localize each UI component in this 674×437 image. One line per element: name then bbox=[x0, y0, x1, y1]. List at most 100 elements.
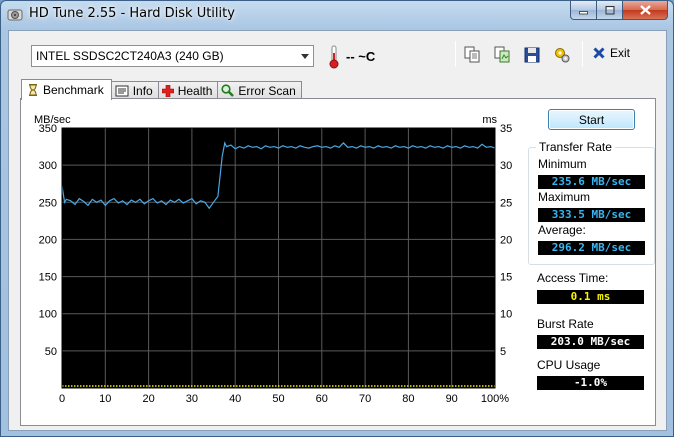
client-area: INTEL SSDSC2CT240A3 (240 GB) -- ~C Exit … bbox=[8, 30, 667, 431]
toolbar-separator bbox=[455, 41, 456, 67]
access-time-point bbox=[422, 385, 424, 387]
access-time-point bbox=[251, 385, 253, 387]
access-time-point bbox=[386, 385, 388, 387]
access-time-point bbox=[113, 385, 115, 387]
access-time-point bbox=[428, 385, 430, 387]
access-time-point bbox=[431, 385, 433, 387]
access-time-point bbox=[281, 385, 283, 387]
x-tick: 100% bbox=[481, 393, 509, 405]
minimum-value: 235.6 MB/sec bbox=[538, 175, 645, 189]
access-time-point bbox=[137, 385, 139, 387]
access-time-point bbox=[182, 385, 184, 387]
access-time-point bbox=[104, 385, 106, 387]
minimum-label: Minimum bbox=[538, 157, 587, 171]
access-time-point bbox=[263, 385, 265, 387]
tab-benchmark[interactable]: Benchmark bbox=[21, 79, 112, 100]
access-time-point bbox=[401, 385, 403, 387]
access-time-point bbox=[308, 385, 310, 387]
access-time-point bbox=[407, 385, 409, 387]
start-button[interactable]: Start bbox=[548, 109, 635, 130]
close-button[interactable] bbox=[623, 1, 668, 20]
access-time-point bbox=[170, 385, 172, 387]
stopwatch-icon bbox=[29, 84, 37, 96]
access-time-point bbox=[275, 385, 277, 387]
access-time-point bbox=[467, 385, 469, 387]
access-time-point bbox=[353, 385, 355, 387]
cpu-usage-value: -1.0% bbox=[537, 376, 644, 390]
access-time-point bbox=[362, 385, 364, 387]
access-time-point bbox=[368, 385, 370, 387]
access-time-point bbox=[395, 385, 397, 387]
access-time-point bbox=[425, 385, 427, 387]
exit-button[interactable]: Exit bbox=[593, 46, 630, 60]
access-time-point bbox=[80, 385, 82, 387]
y-tick-right: 20 bbox=[500, 234, 512, 246]
chevron-down-icon bbox=[296, 46, 313, 66]
maximize-button[interactable] bbox=[597, 1, 623, 20]
y-tick-left: 300 bbox=[39, 160, 57, 172]
access-time-point bbox=[473, 385, 475, 387]
access-time-point bbox=[413, 385, 415, 387]
tab-info-label: Info bbox=[132, 83, 153, 98]
access-time-point bbox=[269, 385, 271, 387]
transfer-rate-chart: 3503002502001501005035302520151050 10 20 30… bbox=[34, 114, 512, 405]
access-time-point bbox=[374, 385, 376, 387]
cpu-usage-label: CPU Usage bbox=[537, 358, 601, 372]
access-time-point bbox=[176, 385, 178, 387]
x-tick: 40 bbox=[229, 393, 241, 405]
access-time-point bbox=[164, 385, 166, 387]
access-time-point bbox=[278, 385, 280, 387]
access-time-point bbox=[155, 385, 157, 387]
average-label: Average: bbox=[538, 223, 586, 237]
maximize-icon bbox=[605, 5, 614, 14]
save-icon[interactable] bbox=[523, 46, 541, 64]
y-tick-right: 35 bbox=[500, 123, 512, 135]
access-time-point bbox=[89, 385, 91, 387]
drive-select[interactable]: INTEL SSDSC2CT240A3 (240 GB) bbox=[31, 45, 314, 67]
access-time-point bbox=[485, 385, 487, 387]
access-time-point bbox=[392, 385, 394, 387]
access-time-point bbox=[491, 385, 493, 387]
x-tick: 80 bbox=[402, 393, 414, 405]
title-bar[interactable]: HD Tune 2.55 - Hard Disk Utility bbox=[1, 1, 673, 29]
access-time-value: 0.1 ms bbox=[537, 290, 644, 304]
access-time-point bbox=[314, 385, 316, 387]
y-axis-label-left: MB/sec bbox=[34, 114, 71, 126]
minimize-button[interactable] bbox=[570, 1, 597, 20]
maximum-value: 333.5 MB/sec bbox=[538, 208, 645, 222]
access-time-point bbox=[461, 385, 463, 387]
access-time-point bbox=[284, 385, 286, 387]
options-icon[interactable] bbox=[553, 46, 571, 64]
access-time-point bbox=[215, 385, 217, 387]
tab-info[interactable]: Info bbox=[110, 81, 159, 99]
tab-bar: Benchmark Info Health Error Scan bbox=[21, 79, 302, 100]
access-time-point bbox=[323, 385, 325, 387]
copy-screenshot-icon[interactable] bbox=[493, 46, 511, 64]
access-time-point bbox=[437, 385, 439, 387]
access-time-point bbox=[311, 385, 313, 387]
access-time-point bbox=[185, 385, 187, 387]
access-time-point bbox=[410, 385, 412, 387]
access-time-point bbox=[209, 385, 211, 387]
close-icon bbox=[639, 5, 651, 15]
access-time-point bbox=[464, 385, 466, 387]
access-time-point bbox=[332, 385, 334, 387]
info-icon bbox=[115, 85, 129, 96]
copy-info-icon[interactable] bbox=[463, 46, 481, 64]
access-time-point bbox=[149, 385, 151, 387]
tab-error-scan[interactable]: Error Scan bbox=[217, 81, 302, 99]
access-time-point bbox=[272, 385, 274, 387]
access-time-point bbox=[134, 385, 136, 387]
access-time-point bbox=[191, 385, 193, 387]
access-time-point bbox=[146, 385, 148, 387]
x-tick: 50 bbox=[272, 393, 284, 405]
tab-health[interactable]: Health bbox=[157, 81, 219, 99]
benchmark-panel: 350 300 250 200 150 100 50 35 30 25 20 15 10 5 0 10 20 30… bbox=[20, 98, 656, 426]
access-time-point bbox=[116, 385, 118, 387]
tab-benchmark-label: Benchmark bbox=[43, 83, 104, 97]
access-time-point bbox=[197, 385, 199, 387]
access-time-point bbox=[230, 385, 232, 387]
thermometer-icon bbox=[329, 45, 339, 69]
transfer-rate-group: Transfer Rate Minimum 235.6 MB/sec Maxim… bbox=[528, 140, 655, 265]
access-time-point bbox=[194, 385, 196, 387]
